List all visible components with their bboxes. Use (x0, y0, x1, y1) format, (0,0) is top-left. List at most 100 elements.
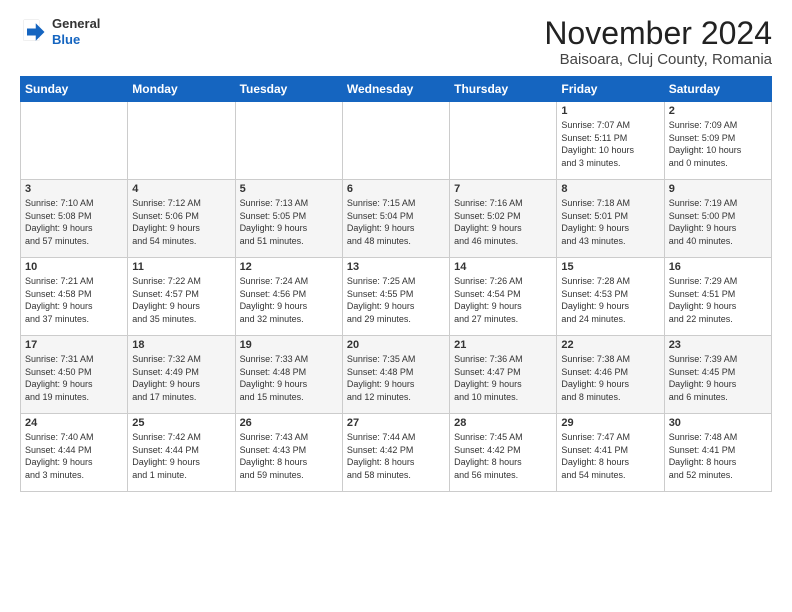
day-number: 11 (132, 261, 230, 273)
calendar-cell: 4Sunrise: 7:12 AMSunset: 5:06 PMDaylight… (128, 180, 235, 258)
calendar-cell (450, 102, 557, 180)
calendar-header: SundayMondayTuesdayWednesdayThursdayFrid… (21, 77, 772, 102)
cell-info: Sunrise: 7:28 AMSunset: 4:53 PMDaylight:… (561, 275, 659, 325)
calendar-cell: 6 Sunrise: 7:15 AMSunset: 5:04 PMDaylight… (342, 180, 449, 258)
weekday-header-tuesday: Tuesday (235, 77, 342, 102)
calendar-cell: 29 Sunrise: 7:47 AMSunset: 4:41 PMDayligh… (557, 414, 664, 492)
weekday-header-row: SundayMondayTuesdayWednesdayThursdayFrid… (21, 77, 772, 102)
cell-info: Sunrise: 7:09 AMSunset: 5:09 PMDaylight:… (669, 119, 767, 169)
calendar-cell: 18 Sunrise: 7:32 AMSunset: 4:49 PMDayligh… (128, 336, 235, 414)
calendar-cell: 10 Sunrise: 7:21 AMSunset: 4:58 PMDayligh… (21, 258, 128, 336)
calendar-body: 1Sunrise: 7:07 AMSunset: 5:11 PMDaylight… (21, 102, 772, 492)
day-number: 6 (347, 183, 445, 195)
cell-info: Sunrise: 7:15 AMSunset: 5:04 PMDaylight:… (347, 197, 445, 247)
calendar-week-1: 3Sunrise: 7:10 AMSunset: 5:08 PMDaylight… (21, 180, 772, 258)
day-number: 21 (454, 339, 552, 351)
calendar-cell: 17 Sunrise: 7:31 AMSunset: 4:50 PMDayligh… (21, 336, 128, 414)
weekday-header-friday: Friday (557, 77, 664, 102)
calendar-cell (235, 102, 342, 180)
title-block: November 2024 Baisoara, Cluj County, Rom… (544, 16, 772, 68)
day-number: 29 (561, 417, 659, 429)
cell-info: Sunrise: 7:48 AMSunset: 4:41 PMDaylight:… (669, 431, 767, 481)
day-number: 12 (240, 261, 338, 273)
cell-info: Sunrise: 7:44 AMSunset: 4:42 PMDaylight:… (347, 431, 445, 481)
day-number: 15 (561, 261, 659, 273)
day-number: 19 (240, 339, 338, 351)
day-number: 23 (669, 339, 767, 351)
cell-info: Sunrise: 7:42 AMSunset: 4:44 PMDaylight:… (132, 431, 230, 481)
calendar-cell: 14Sunrise: 7:26 AMSunset: 4:54 PMDayligh… (450, 258, 557, 336)
day-number: 25 (132, 417, 230, 429)
cell-info: Sunrise: 7:10 AMSunset: 5:08 PMDaylight:… (25, 197, 123, 247)
cell-info: Sunrise: 7:16 AMSunset: 5:02 PMDaylight:… (454, 197, 552, 247)
calendar-cell: 27 Sunrise: 7:44 AMSunset: 4:42 PMDayligh… (342, 414, 449, 492)
calendar-week-4: 24 Sunrise: 7:40 AMSunset: 4:44 PMDayligh… (21, 414, 772, 492)
month-title: November 2024 (544, 16, 772, 51)
weekday-header-thursday: Thursday (450, 77, 557, 102)
calendar-cell: 8 Sunrise: 7:18 AMSunset: 5:01 PMDaylight… (557, 180, 664, 258)
calendar-week-2: 10 Sunrise: 7:21 AMSunset: 4:58 PMDayligh… (21, 258, 772, 336)
calendar-cell: 21 Sunrise: 7:36 AMSunset: 4:47 PMDayligh… (450, 336, 557, 414)
header-row: General Blue November 2024 Baisoara, Clu… (20, 16, 772, 68)
cell-info: Sunrise: 7:45 AMSunset: 4:42 PMDaylight:… (454, 431, 552, 481)
cell-info: Sunrise: 7:13 AMSunset: 5:05 PMDaylight:… (240, 197, 338, 247)
day-number: 8 (561, 183, 659, 195)
location-subtitle: Baisoara, Cluj County, Romania (544, 51, 772, 68)
logo-line2: Blue (52, 32, 100, 48)
calendar-cell: 2 Sunrise: 7:09 AMSunset: 5:09 PMDaylight… (664, 102, 771, 180)
day-number: 17 (25, 339, 123, 351)
calendar-cell: 1Sunrise: 7:07 AMSunset: 5:11 PMDaylight… (557, 102, 664, 180)
calendar-cell: 11 Sunrise: 7:22 AMSunset: 4:57 PMDayligh… (128, 258, 235, 336)
day-number: 28 (454, 417, 552, 429)
cell-info: Sunrise: 7:35 AMSunset: 4:48 PMDaylight:… (347, 353, 445, 403)
calendar-cell: 22 Sunrise: 7:38 AMSunset: 4:46 PMDayligh… (557, 336, 664, 414)
cell-info: Sunrise: 7:19 AMSunset: 5:00 PMDaylight:… (669, 197, 767, 247)
cell-info: Sunrise: 7:29 AMSunset: 4:51 PMDaylight:… (669, 275, 767, 325)
day-number: 2 (669, 105, 767, 117)
cell-info: Sunrise: 7:18 AMSunset: 5:01 PMDaylight:… (561, 197, 659, 247)
day-number: 7 (454, 183, 552, 195)
day-number: 27 (347, 417, 445, 429)
calendar-table: SundayMondayTuesdayWednesdayThursdayFrid… (20, 76, 772, 492)
weekday-header-wednesday: Wednesday (342, 77, 449, 102)
day-number: 1 (561, 105, 659, 117)
day-number: 30 (669, 417, 767, 429)
day-number: 20 (347, 339, 445, 351)
cell-info: Sunrise: 7:26 AMSunset: 4:54 PMDaylight:… (454, 275, 552, 325)
cell-info: Sunrise: 7:31 AMSunset: 4:50 PMDaylight:… (25, 353, 123, 403)
day-number: 22 (561, 339, 659, 351)
day-number: 10 (25, 261, 123, 273)
day-number: 26 (240, 417, 338, 429)
cell-info: Sunrise: 7:43 AMSunset: 4:43 PMDaylight:… (240, 431, 338, 481)
calendar-cell: 9 Sunrise: 7:19 AMSunset: 5:00 PMDaylight… (664, 180, 771, 258)
calendar-cell: 19 Sunrise: 7:33 AMSunset: 4:48 PMDayligh… (235, 336, 342, 414)
calendar-week-0: 1Sunrise: 7:07 AMSunset: 5:11 PMDaylight… (21, 102, 772, 180)
calendar-cell: 30 Sunrise: 7:48 AMSunset: 4:41 PMDayligh… (664, 414, 771, 492)
calendar-cell (342, 102, 449, 180)
cell-info: Sunrise: 7:40 AMSunset: 4:44 PMDaylight:… (25, 431, 123, 481)
calendar-cell: 16Sunrise: 7:29 AMSunset: 4:51 PMDayligh… (664, 258, 771, 336)
cell-info: Sunrise: 7:33 AMSunset: 4:48 PMDaylight:… (240, 353, 338, 403)
calendar-cell: 12Sunrise: 7:24 AMSunset: 4:56 PMDayligh… (235, 258, 342, 336)
calendar-cell (128, 102, 235, 180)
weekday-header-monday: Monday (128, 77, 235, 102)
cell-info: Sunrise: 7:22 AMSunset: 4:57 PMDaylight:… (132, 275, 230, 325)
calendar-cell: 5Sunrise: 7:13 AMSunset: 5:05 PMDaylight… (235, 180, 342, 258)
day-number: 18 (132, 339, 230, 351)
logo-text: General Blue (52, 16, 100, 47)
cell-info: Sunrise: 7:39 AMSunset: 4:45 PMDaylight:… (669, 353, 767, 403)
calendar-cell: 15 Sunrise: 7:28 AMSunset: 4:53 PMDayligh… (557, 258, 664, 336)
cell-info: Sunrise: 7:32 AMSunset: 4:49 PMDaylight:… (132, 353, 230, 403)
calendar-cell: 3Sunrise: 7:10 AMSunset: 5:08 PMDaylight… (21, 180, 128, 258)
cell-info: Sunrise: 7:47 AMSunset: 4:41 PMDaylight:… (561, 431, 659, 481)
day-number: 9 (669, 183, 767, 195)
cell-info: Sunrise: 7:36 AMSunset: 4:47 PMDaylight:… (454, 353, 552, 403)
calendar-cell: 26 Sunrise: 7:43 AMSunset: 4:43 PMDayligh… (235, 414, 342, 492)
day-number: 24 (25, 417, 123, 429)
calendar-cell: 13Sunrise: 7:25 AMSunset: 4:55 PMDayligh… (342, 258, 449, 336)
logo-icon (20, 18, 48, 46)
calendar-cell: 24 Sunrise: 7:40 AMSunset: 4:44 PMDayligh… (21, 414, 128, 492)
main-container: General Blue November 2024 Baisoara, Clu… (0, 0, 792, 502)
cell-info: Sunrise: 7:38 AMSunset: 4:46 PMDaylight:… (561, 353, 659, 403)
cell-info: Sunrise: 7:21 AMSunset: 4:58 PMDaylight:… (25, 275, 123, 325)
